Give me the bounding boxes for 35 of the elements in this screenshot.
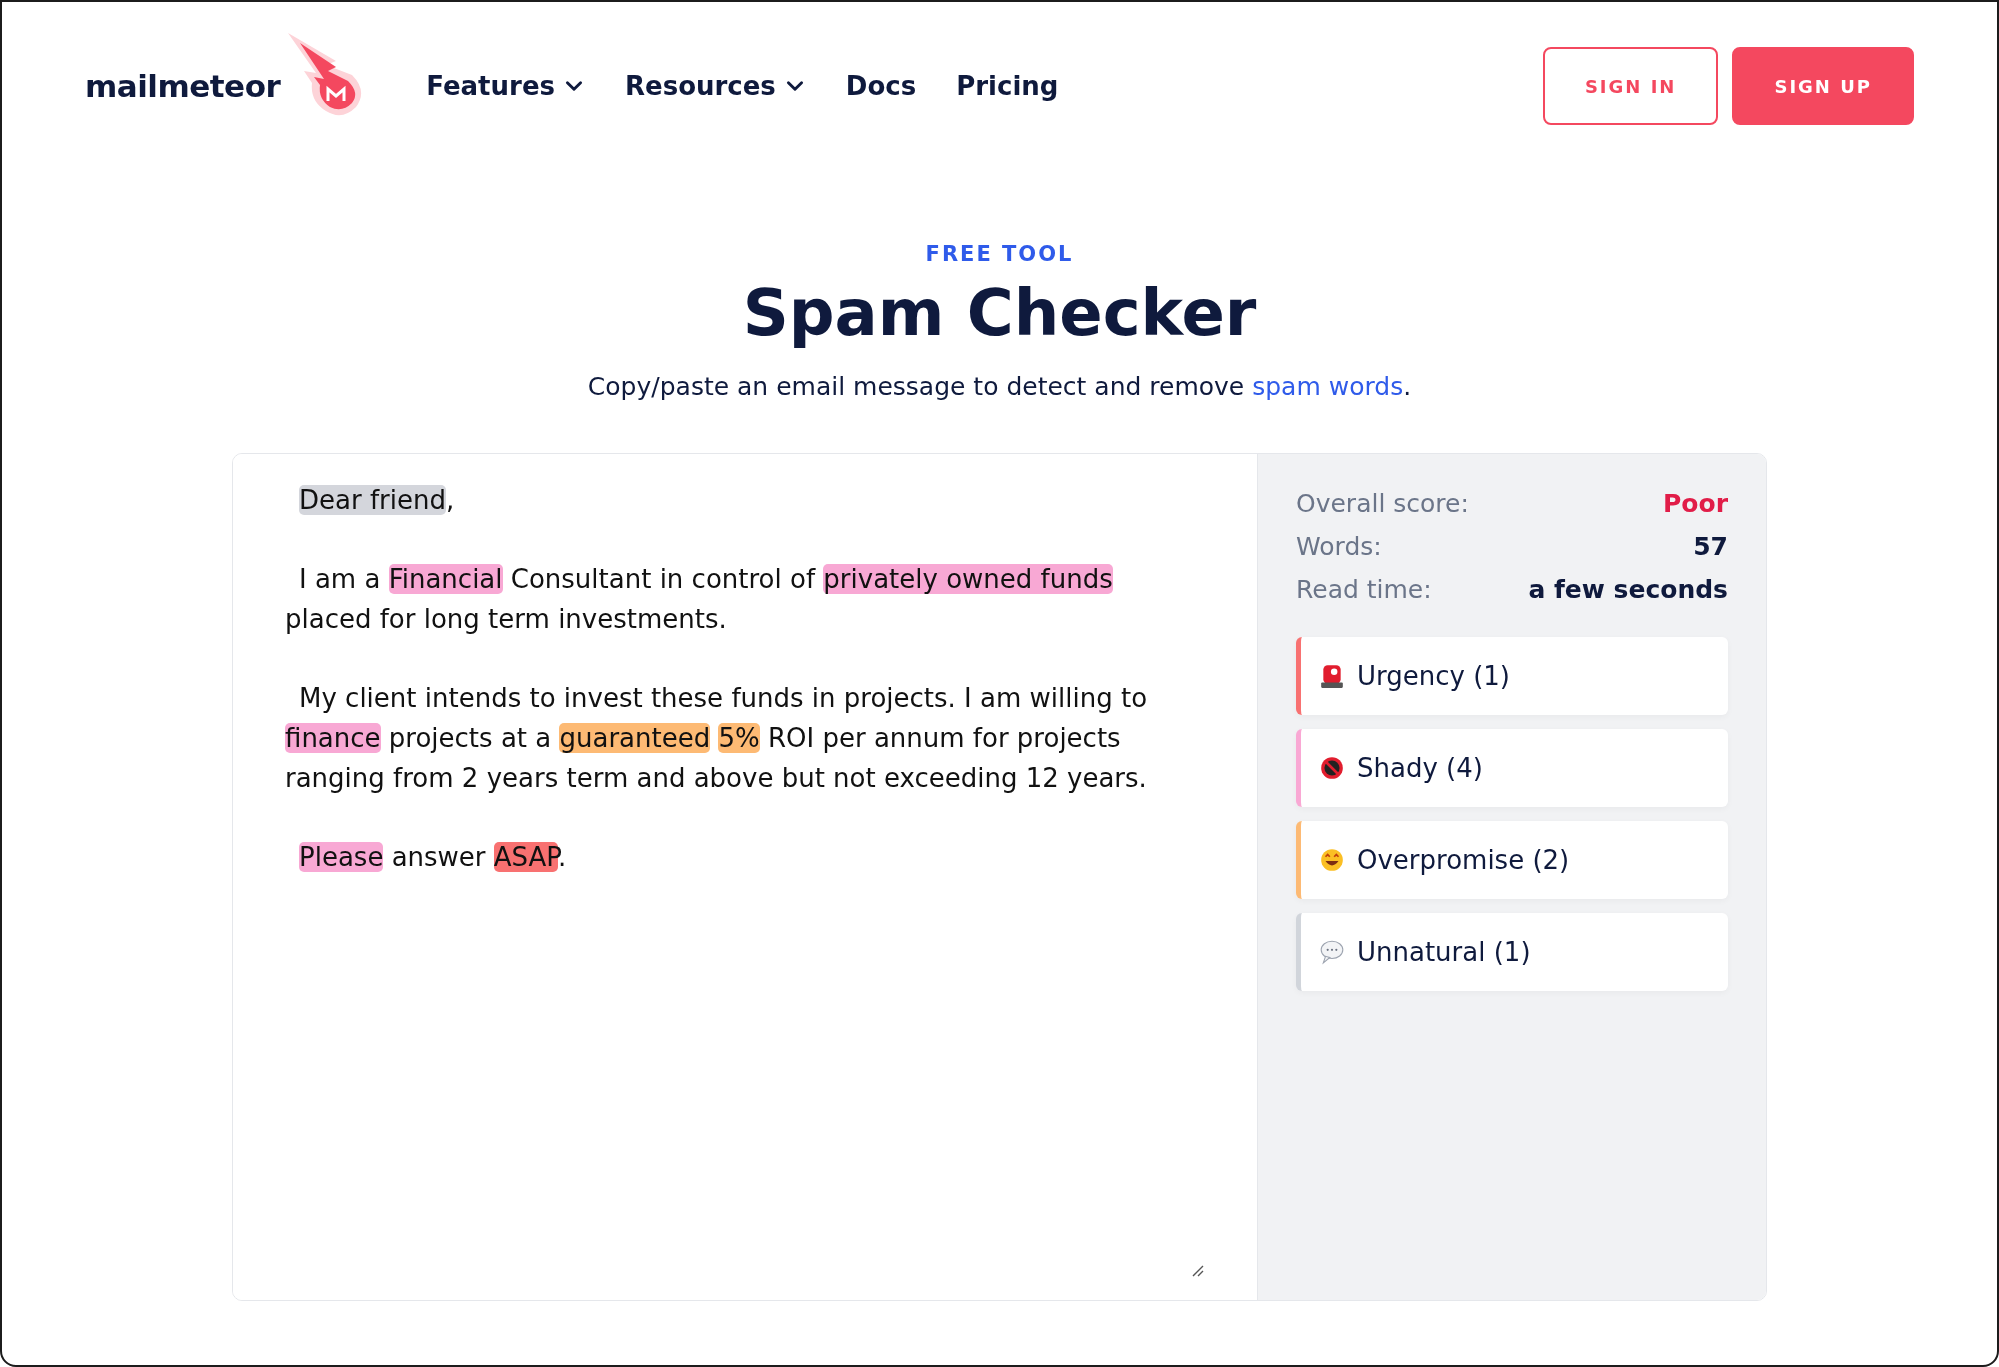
highlighted-word: finance [285,723,381,753]
highlighted-word: privately owned funds [823,564,1113,594]
highlighted-word: guaranteed [559,723,711,753]
resize-handle-icon[interactable] [1191,1264,1205,1278]
stat-label: Words: [1296,531,1382,563]
highlighted-word: ASAP [493,842,558,872]
message-editor[interactable]: Dear friend, I am a Financial Consultant in control of privately owned funds placed for long term investments. My client intends to invest these funds in projects. I am willing to finance projects at a guaranteed 5% ROI per annum for projects ranging from 2 years term and above but not exceeding 12 years. Please answer ASAP. [233,454,1258,1300]
eyebrow-label: FREE TOOL [925,242,1074,266]
nav-link[interactable]: Pricing [956,71,1059,101]
stat-label: Read time: [1296,574,1432,606]
category-item[interactable]: Unnatural (1) [1296,913,1728,991]
category-item[interactable]: Shady (4) [1296,729,1728,807]
stat-value: Poor [1663,488,1728,520]
siren-icon [1319,663,1345,689]
logo-wordmark[interactable]: mailmeteor [85,68,281,104]
highlighted-word: Dear friend [299,485,446,515]
prohibited-sign-icon [1319,755,1345,781]
smiling-face-icon [1319,847,1345,873]
nav-link[interactable]: Features [426,71,585,101]
subtitle-text: Copy/paste an email message to detect and remove spam words. [587,372,1412,401]
highlighted-word: Financial [388,564,503,594]
category-item[interactable]: Urgency (1) [1296,637,1728,715]
stat-value: a few seconds [1528,574,1728,606]
speech-bubble-icon [1319,939,1345,965]
nav-link[interactable]: Resources [625,71,806,101]
sign-up-button[interactable]: SIGN UP [1732,47,1914,125]
stat-value: 57 [1693,531,1728,563]
page-title: Spam Checker [742,276,1257,350]
nav-link[interactable]: Docs [845,71,917,101]
category-item[interactable]: Overpromise (2) [1296,821,1728,899]
sign-in-button[interactable]: SIGN IN [1542,47,1719,125]
highlighted-word: 5% [718,723,760,753]
stat-label: Overall score: [1296,488,1469,520]
spam-words-link[interactable]: spam words [1252,372,1404,401]
highlighted-word: Please [299,842,384,872]
